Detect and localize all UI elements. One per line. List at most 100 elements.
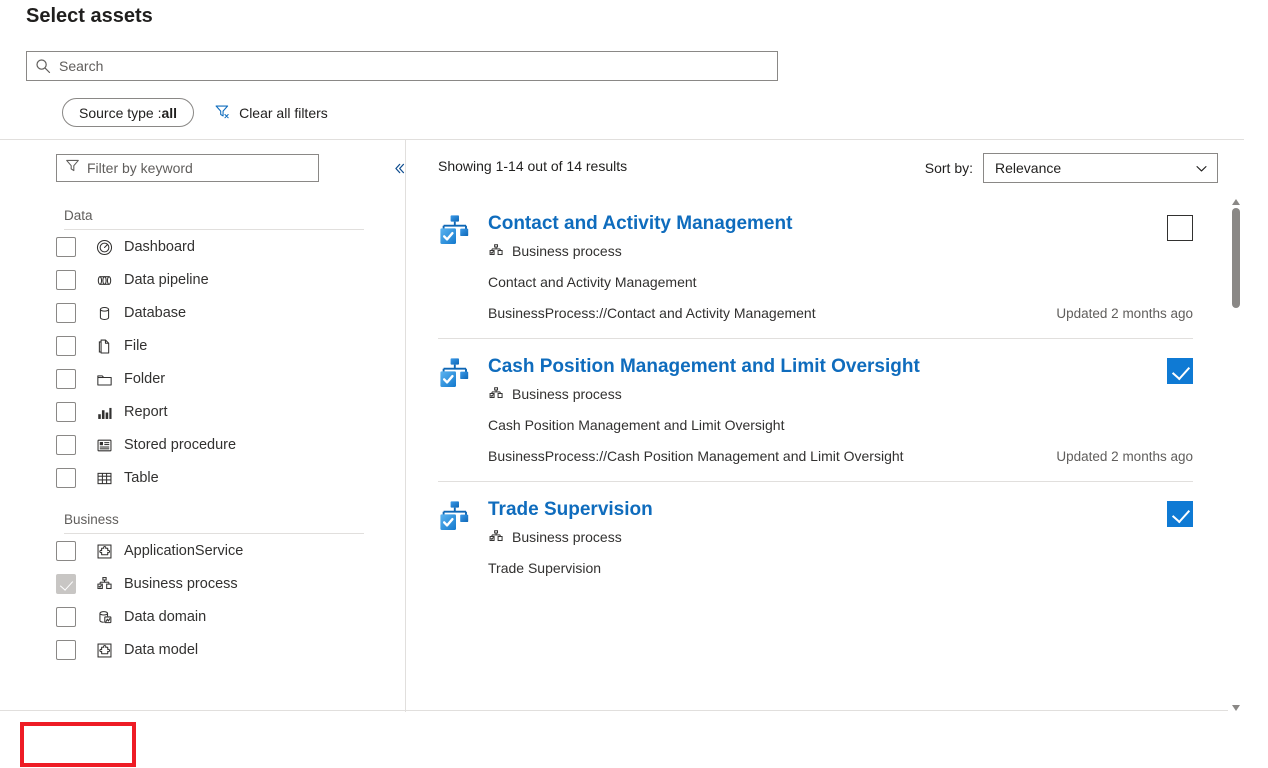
stored-procedure-icon: [94, 435, 114, 455]
facet-checkbox[interactable]: [56, 435, 76, 455]
facet-item-data-model[interactable]: Data model: [56, 634, 390, 666]
asset-updated-label: Updated 2 months ago: [1036, 449, 1193, 464]
facet-item-label: Database: [124, 305, 186, 321]
result-card-header: Contact and Activity Management Business …: [438, 212, 1193, 321]
facet-checkbox[interactable]: [56, 468, 76, 488]
asset-business-process-icon: [438, 214, 472, 248]
result-card-header: Trade SupervisionBusiness processTrade S…: [438, 498, 1193, 576]
clear-all-filters-button[interactable]: Clear all filters: [214, 103, 328, 123]
facet-group-data: DataDashboardData pipelineDatabaseFileFo…: [40, 208, 390, 494]
facet-checkbox[interactable]: [56, 270, 76, 290]
facet-item-label: Business process: [124, 576, 238, 592]
facet-item-label: Dashboard: [124, 239, 195, 255]
data-domain-icon: [94, 607, 114, 627]
asset-select-checkbox[interactable]: [1167, 215, 1193, 241]
source-type-pill-value: all: [162, 105, 178, 121]
result-card-list: Contact and Activity Management Business …: [407, 196, 1219, 768]
facet-group-business: BusinessApplicationServiceBusiness proce…: [40, 512, 390, 666]
facet-item-file[interactable]: File: [56, 330, 390, 362]
facet-item-applicationservice[interactable]: ApplicationService: [56, 535, 390, 567]
asset-select-checkbox[interactable]: [1167, 501, 1193, 527]
asset-qualified-name: BusinessProcess://Cash Position Manageme…: [488, 448, 904, 464]
facet-item-data-pipeline[interactable]: Data pipeline: [56, 264, 390, 296]
sort-by-label: Sort by:: [925, 160, 973, 176]
results-scrollbar-thumb[interactable]: [1232, 208, 1240, 308]
report-icon: [94, 402, 114, 422]
facet-item-business-process[interactable]: Business process: [56, 568, 390, 600]
facet-checkbox[interactable]: [56, 336, 76, 356]
facet-checkbox[interactable]: [56, 237, 76, 257]
result-card-body: Trade SupervisionBusiness processTrade S…: [488, 498, 1193, 576]
filter-clear-icon: [214, 103, 231, 123]
facet-item-label: File: [124, 338, 147, 354]
facet-group-divider: [64, 229, 364, 230]
business-process-icon: [488, 529, 504, 545]
facet-checkbox[interactable]: [56, 607, 76, 627]
keyword-filter-box[interactable]: [56, 154, 319, 182]
asset-meta-row: BusinessProcess://Contact and Activity M…: [488, 305, 1193, 321]
facet-item-dashboard[interactable]: Dashboard: [56, 231, 390, 263]
facet-item-database[interactable]: Database: [56, 297, 390, 329]
asset-type-row: Business process: [488, 386, 1193, 402]
folder-icon: [94, 369, 114, 389]
facet-item-table[interactable]: Table: [56, 462, 390, 494]
scroll-down-icon[interactable]: [1231, 700, 1241, 710]
facet-item-label: Table: [124, 470, 159, 486]
asset-title-link[interactable]: Cash Position Management and Limit Overs…: [488, 355, 920, 379]
search-icon: [35, 58, 51, 74]
search-input[interactable]: [59, 58, 769, 74]
business-process-icon: [94, 574, 114, 594]
scroll-up-icon[interactable]: [1231, 194, 1241, 204]
results-pane: Showing 1-14 out of 14 results Sort by: …: [407, 140, 1244, 712]
facet-item-data-domain[interactable]: Data domain: [56, 601, 390, 633]
result-card[interactable]: Trade SupervisionBusiness processTrade S…: [438, 482, 1193, 593]
result-card[interactable]: Cash Position Management and Limit Overs…: [438, 339, 1193, 482]
keyword-filter-input[interactable]: [87, 160, 310, 176]
clear-all-filters-label: Clear all filters: [239, 105, 328, 121]
select-assets-dialog: Select assets Source type : all Clear al…: [0, 0, 1268, 768]
results-header: Showing 1-14 out of 14 results Sort by: …: [407, 140, 1244, 196]
facet-item-label: Data pipeline: [124, 272, 209, 288]
facet-item-label: Report: [124, 404, 168, 420]
asset-description: Contact and Activity Management: [488, 274, 1193, 290]
facet-checkbox[interactable]: [56, 640, 76, 660]
source-type-filter-pill[interactable]: Source type : all: [62, 98, 194, 127]
facet-item-label: Data model: [124, 642, 198, 658]
results-scrollbar[interactable]: [1228, 192, 1244, 712]
database-icon: [94, 303, 114, 323]
chevron-double-left-icon[interactable]: [388, 157, 406, 179]
facet-checkbox[interactable]: [56, 402, 76, 422]
asset-type-label: Business process: [512, 243, 622, 259]
result-card-body: Cash Position Management and Limit Overs…: [488, 355, 1193, 464]
facet-pane: DataDashboardData pipelineDatabaseFileFo…: [40, 140, 406, 712]
asset-select-checkbox[interactable]: [1167, 358, 1193, 384]
result-card-header: Cash Position Management and Limit Overs…: [438, 355, 1193, 464]
search-box[interactable]: [26, 51, 778, 81]
dialog-body-panel: DataDashboardData pipelineDatabaseFileFo…: [0, 139, 1244, 711]
facet-item-folder[interactable]: Folder: [56, 363, 390, 395]
source-type-pill-prefix: Source type :: [79, 105, 162, 121]
page-title: Select assets: [26, 5, 153, 28]
sort-by-select[interactable]: Relevance: [983, 153, 1218, 183]
facet-checkbox[interactable]: [56, 369, 76, 389]
facet-checkbox[interactable]: [56, 541, 76, 561]
facet-list-scroll-region: DataDashboardData pipelineDatabaseFileFo…: [40, 190, 390, 712]
facet-item-label: ApplicationService: [124, 543, 243, 559]
application-service-icon: [94, 541, 114, 561]
facet-item-label: Data domain: [124, 609, 206, 625]
asset-qualified-name: BusinessProcess://Contact and Activity M…: [488, 305, 816, 321]
facet-item-report[interactable]: Report: [56, 396, 390, 428]
facet-checkbox[interactable]: [56, 303, 76, 323]
funnel-icon: [65, 158, 87, 178]
sort-by-value: Relevance: [995, 160, 1061, 176]
asset-type-label: Business process: [512, 386, 622, 402]
filter-chip-row: Source type : all Clear all filters: [62, 98, 328, 127]
asset-title-link[interactable]: Trade Supervision: [488, 498, 653, 522]
asset-title-link[interactable]: Contact and Activity Management: [488, 212, 792, 236]
facet-group-divider: [64, 533, 364, 534]
result-card[interactable]: Contact and Activity Management Business …: [438, 196, 1193, 339]
facet-item-label: Stored procedure: [124, 437, 236, 453]
facet-checkbox: [56, 574, 76, 594]
sort-control: Sort by: Relevance: [925, 153, 1218, 183]
facet-item-stored-procedure[interactable]: Stored procedure: [56, 429, 390, 461]
